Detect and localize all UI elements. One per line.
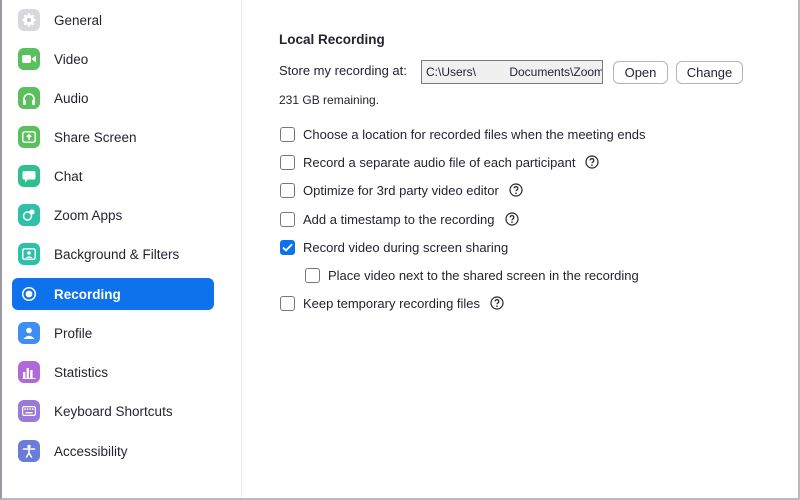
share-screen-icon bbox=[18, 126, 40, 148]
option-keep-temporary-files[interactable]: Keep temporary recording files bbox=[280, 294, 504, 312]
sidebar-item-profile[interactable]: Profile bbox=[12, 317, 214, 349]
sidebar-item-label: Profile bbox=[54, 325, 93, 341]
storage-remaining-text: 231 GB remaining. bbox=[279, 93, 380, 107]
help-icon[interactable] bbox=[504, 212, 519, 226]
recording-settings-panel: Local Recording Store my recording at: C… bbox=[243, 0, 798, 498]
option-record-during-sharing[interactable]: Record video during screen sharing bbox=[280, 238, 508, 256]
statistics-icon bbox=[18, 361, 40, 383]
option-label: Add a timestamp to the recording bbox=[303, 211, 495, 227]
sidebar-item-share-screen[interactable]: Share Screen bbox=[12, 121, 214, 153]
profile-icon bbox=[18, 322, 40, 344]
option-label: Record video during screen sharing bbox=[303, 239, 509, 255]
sidebar-item-recording[interactable]: Recording bbox=[12, 278, 214, 310]
settings-sidebar: General Video Audio Share Screen Chat Zo… bbox=[0, 0, 242, 500]
option-label: Place video next to the shared screen in… bbox=[328, 267, 639, 283]
sidebar-item-label: Chat bbox=[54, 168, 83, 184]
option-choose-location[interactable]: Choose a location for recorded files whe… bbox=[280, 125, 646, 143]
sidebar-item-audio[interactable]: Audio bbox=[12, 82, 214, 114]
section-title: Local Recording bbox=[279, 32, 385, 47]
recording-path-field[interactable]: C:\Users\ Documents\Zoom bbox=[421, 60, 603, 84]
option-separate-audio[interactable]: Record a separate audio file of each par… bbox=[280, 153, 600, 171]
checkbox-checked[interactable] bbox=[280, 239, 295, 255]
checkbox[interactable] bbox=[280, 154, 295, 170]
recording-icon bbox=[18, 283, 40, 305]
sidebar-item-label: Background & Filters bbox=[54, 246, 180, 262]
sidebar-item-general[interactable]: General bbox=[12, 4, 214, 36]
sidebar-item-accessibility[interactable]: Accessibility bbox=[12, 435, 214, 467]
accessibility-icon bbox=[18, 440, 40, 462]
checkbox[interactable] bbox=[280, 295, 295, 311]
sidebar-item-label: Audio bbox=[54, 90, 89, 106]
sidebar-item-label: Share Screen bbox=[54, 129, 137, 145]
option-label: Keep temporary recording files bbox=[303, 295, 481, 311]
sidebar-item-label: Accessibility bbox=[54, 443, 128, 459]
background-icon bbox=[18, 243, 40, 265]
sidebar-item-video[interactable]: Video bbox=[12, 43, 214, 75]
change-button[interactable]: Change bbox=[676, 61, 743, 84]
sidebar-item-statistics[interactable]: Statistics bbox=[12, 356, 214, 388]
sidebar-item-label: Statistics bbox=[54, 364, 109, 380]
option-optimize-3rd-party[interactable]: Optimize for 3rd party video editor bbox=[280, 181, 523, 199]
option-place-video-next[interactable]: Place video next to the shared screen in… bbox=[305, 266, 639, 284]
apps-icon bbox=[18, 204, 40, 226]
sidebar-item-keyboard-shortcuts[interactable]: Keyboard Shortcuts bbox=[12, 395, 214, 427]
checkmark-icon bbox=[282, 243, 293, 252]
sidebar-item-label: General bbox=[54, 12, 103, 28]
chat-bubble-icon bbox=[18, 165, 40, 187]
checkbox[interactable] bbox=[280, 211, 295, 227]
help-icon[interactable] bbox=[509, 183, 523, 197]
sidebar-item-label: Video bbox=[54, 51, 89, 67]
checkbox[interactable] bbox=[305, 267, 320, 283]
headphones-icon bbox=[18, 87, 40, 109]
option-add-timestamp[interactable]: Add a timestamp to the recording bbox=[280, 210, 519, 228]
video-camera-icon bbox=[18, 48, 40, 70]
store-location-label: Store my recording at: bbox=[279, 63, 407, 78]
sidebar-item-label: Recording bbox=[54, 286, 121, 302]
sidebar-item-label: Zoom Apps bbox=[54, 207, 123, 223]
sidebar-item-zoom-apps[interactable]: Zoom Apps bbox=[12, 199, 214, 231]
sidebar-item-chat[interactable]: Chat bbox=[12, 160, 214, 192]
checkbox[interactable] bbox=[280, 182, 295, 198]
option-label: Choose a location for recorded files whe… bbox=[303, 126, 646, 142]
keyboard-icon bbox=[18, 400, 40, 422]
option-label: Optimize for 3rd party video editor bbox=[303, 182, 499, 198]
help-icon[interactable] bbox=[490, 296, 504, 310]
checkbox[interactable] bbox=[280, 126, 295, 142]
sidebar-item-label: Keyboard Shortcuts bbox=[54, 403, 173, 419]
gear-icon bbox=[18, 9, 40, 31]
option-label: Record a separate audio file of each par… bbox=[303, 154, 576, 170]
open-button[interactable]: Open bbox=[613, 61, 668, 84]
sidebar-item-background-filters[interactable]: Background & Filters bbox=[12, 238, 214, 270]
help-icon[interactable] bbox=[585, 155, 600, 169]
